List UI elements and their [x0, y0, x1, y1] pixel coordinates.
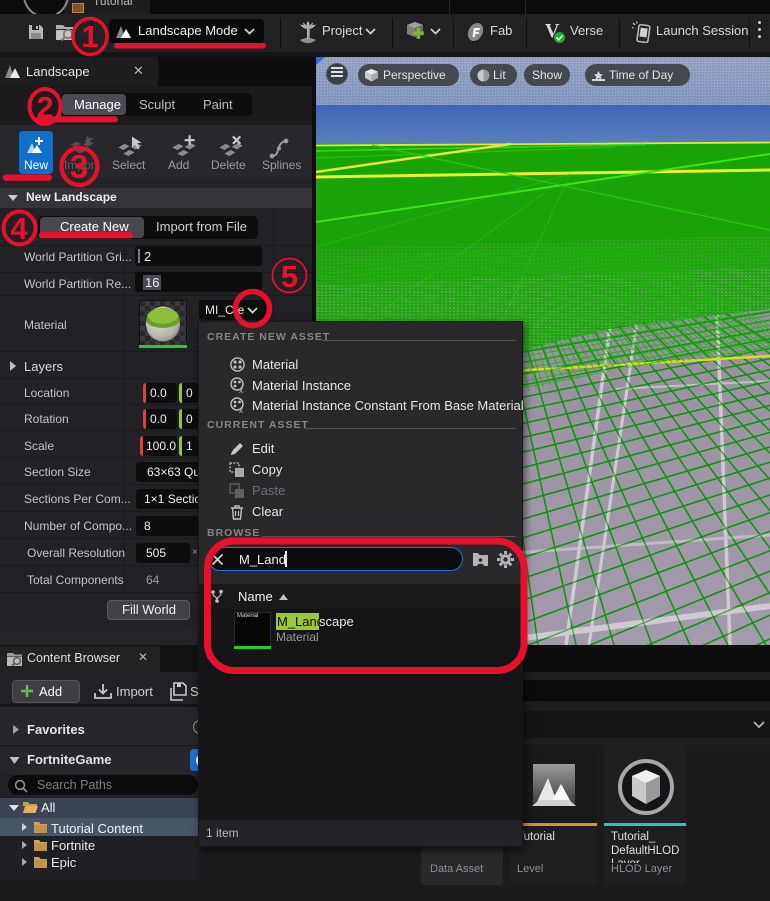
svg-text:3: 3: [70, 148, 88, 185]
svg-text:5: 5: [281, 259, 298, 294]
svg-text:2: 2: [36, 90, 53, 125]
svg-text:4: 4: [10, 211, 28, 246]
svg-text:1: 1: [81, 19, 98, 54]
